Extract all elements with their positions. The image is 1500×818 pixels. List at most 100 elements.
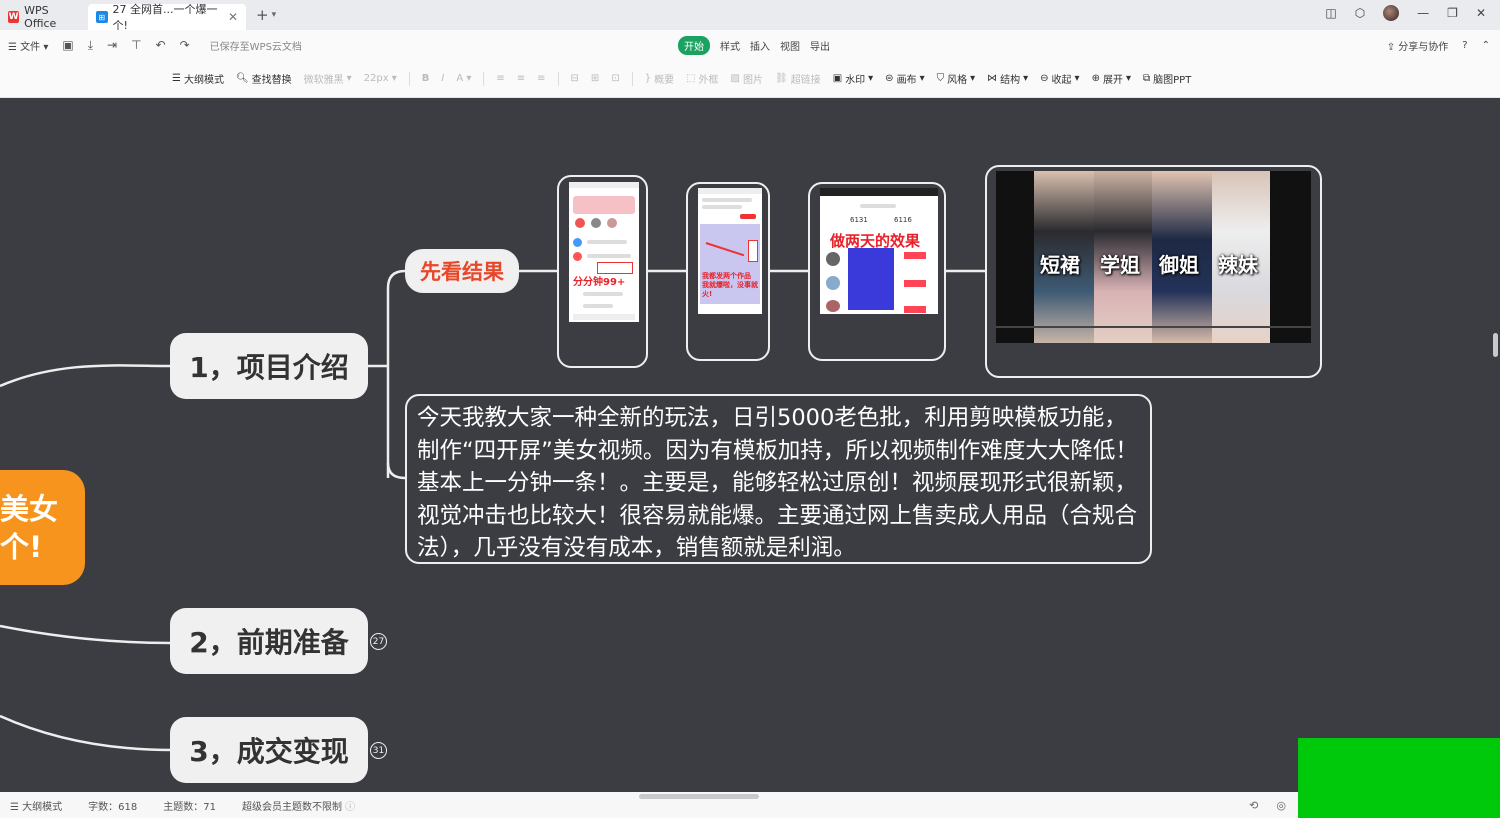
chevron-down-icon[interactable]: ▾ [272,10,277,20]
connector-central-topic1 [0,364,173,388]
image-node-screenshot-2[interactable]: 我都发两个作品 我就爆啦，没事就火! [686,182,770,361]
phone-screenshot: 6131 6116 做两天的效果 [820,188,938,314]
vertical-scrollbar[interactable] [1493,333,1498,357]
vip-note: 超级会员主题数不限制 ⓘ [242,798,355,813]
image-node-screenshot-3[interactable]: 6131 6116 做两天的效果 [808,182,946,361]
subtopic-count-badge[interactable]: 31 [370,742,387,759]
info-icon[interactable]: ⓘ [345,802,355,813]
watermark-button[interactable]: ▣ 水印 ▾ [833,71,873,86]
connector-central-topic3 [0,714,173,752]
format-painter-icon[interactable]: ⊤ [131,38,141,52]
central-topic[interactable]: 美女 个! [0,470,85,585]
cube-icon[interactable]: ⬡ [1355,6,1365,20]
download-icon[interactable]: ⤓ [88,38,93,53]
subtopic-icon[interactable]: ⊟ [571,73,579,84]
menu-insert[interactable]: 插入 [750,38,770,53]
canvas-button[interactable]: ⊜ 画布 ▾ [885,71,924,86]
menu-bar: ☰ 文件 ▾ ▣ ⤓ ⇥ ⊤ ↶ ↷ 已保存至WPS云文档 开始 样式 插入 视… [0,30,1500,60]
outline-mode-label: 大纲模式 [183,75,224,86]
layout-icon[interactable]: ◫ [1325,6,1336,20]
connector-topic1-desc [386,462,406,480]
expand-button[interactable]: ⊕ 展开 ▾ [1092,71,1131,86]
wps-logo-icon: W [8,11,20,23]
avatar[interactable] [1383,5,1400,21]
phone-screenshot: 分分钟99+ [569,182,639,322]
topic-project-intro[interactable]: 1，项目介绍 [170,333,368,399]
frame-icon: ⬚ [686,73,696,84]
menu-export[interactable]: 导出 [810,38,830,53]
mindmap-canvas[interactable]: 美女 个! 1，项目介绍 2，前期准备 27 3，成交变现 31 先看结果 分分… [0,98,1500,792]
central-topic-line1: 美女 [0,491,59,526]
file-menu[interactable]: ☰ 文件 ▾ [8,38,48,53]
outer-frame-label: 外框 [698,75,719,86]
tab-wps-home[interactable]: W WPS Office [0,4,88,30]
italic-icon[interactable]: I [441,73,444,84]
font-family-select[interactable]: 微软雅黑 ▾ [304,71,352,86]
fit-view-icon[interactable]: ⟲ [1249,799,1258,812]
bold-icon[interactable]: B [422,73,430,84]
close-window-icon[interactable]: ✕ [1476,6,1486,20]
sibling-topic-icon[interactable]: ⊞ [591,73,599,84]
structure-button[interactable]: ⋈ 结构 ▾ [987,71,1028,86]
share-label: 分享与协作 [1398,41,1449,53]
font-size-value: 22px [363,73,389,84]
find-replace-label: 查找替换 [251,75,292,86]
align-center-icon[interactable]: ≡ [517,73,525,84]
shot1-overlay-text: 分分钟99+ [573,277,626,288]
image-node-screenshot-1[interactable]: 分分钟99+ [557,175,648,368]
new-tab-icon[interactable]: + [256,6,269,24]
tab-document[interactable]: ⊞ 27 全网首...一个爆一个! ✕ [88,3,246,32]
export-icon[interactable]: ⇥ [107,38,117,52]
font-color-icon[interactable]: A ▾ [456,73,471,84]
help-icon[interactable]: ? [1462,40,1467,51]
outer-frame-button[interactable]: ⬚ 外框 [686,71,718,86]
parent-topic-icon[interactable]: ⊡ [611,73,619,84]
vip-note-text: 超级会员主题数不限制 [241,801,342,813]
structure-label: 结构 [1000,75,1021,86]
menu-start[interactable]: 开始 [678,35,710,55]
undo-icon[interactable]: ↶ [156,38,166,52]
locate-icon[interactable]: ◎ [1276,799,1286,812]
video-collage: 短裙 学姐 御姐 辣妹 [996,171,1311,343]
shirt-icon: ⛉ [936,73,945,84]
outline-mode-status-label: 大纲模式 [22,801,63,813]
mindmap-ppt-button[interactable]: ⧉ 脑图PPT [1143,71,1191,86]
hyperlink-button[interactable]: ⛓ 超链接 [775,71,821,86]
style-button[interactable]: ⛉ 风格 ▾ [937,71,976,86]
collapse-button[interactable]: ⊖ 收起 ▾ [1040,71,1079,86]
watermark-icon: ▣ [832,73,843,84]
save-icon[interactable]: ▣ [62,38,73,52]
plus-circle-icon: ⊕ [1091,73,1100,84]
topic-preparation[interactable]: 2，前期准备 [170,608,368,674]
find-replace-button[interactable]: 🔍︎ 查找替换 [236,71,292,86]
align-right-icon[interactable]: ≡ [537,73,545,84]
close-tab-icon[interactable]: ✕ [228,10,238,24]
image-button[interactable]: ▨ 图片 [731,71,763,86]
main-menu: 开始 样式 插入 视图 导出 [678,35,830,55]
share-button[interactable]: ⇪ 分享与协作 [1387,38,1449,53]
menu-view[interactable]: 视图 [780,38,800,53]
horizontal-scrollbar[interactable] [639,794,759,799]
outline-mode-status[interactable]: ☰ 大纲模式 [10,798,62,813]
align-left-icon[interactable]: ≡ [496,73,504,84]
divider [408,71,410,86]
canvas-label: 画布 [896,75,917,86]
topic-description[interactable]: 今天我教大家一种全新的玩法，日引5000老色批，利用剪映模板功能，制作“四开屏”… [405,394,1152,564]
tab-doc-label: 27 全网首...一个爆一个! [112,3,218,32]
collapse-label: 收起 [1051,75,1072,86]
redo-icon[interactable]: ↷ [180,38,190,52]
file-menu-label: 文件 [20,41,41,53]
minimize-icon[interactable]: — [1417,6,1429,20]
summary-button[interactable]: } 概要 [645,71,674,86]
topic-monetization[interactable]: 3，成交变现 [170,717,368,783]
topic-see-results-label: 先看结果 [420,260,504,284]
topic-see-results[interactable]: 先看结果 [405,249,519,293]
collapse-ribbon-icon[interactable]: ⌃ [1482,40,1490,51]
topic-description-text: 今天我教大家一种全新的玩法，日引5000老色批，利用剪映模板功能，制作“四开屏”… [417,405,1138,561]
restore-icon[interactable]: ❐ [1447,6,1458,20]
word-count: 字数：618 [88,801,138,813]
subtopic-count-badge[interactable]: 27 [370,633,387,650]
font-size-select[interactable]: 22px ▾ [364,73,397,84]
outline-mode-button[interactable]: ☰ 大纲模式 [172,71,224,86]
menu-style[interactable]: 样式 [720,38,740,53]
